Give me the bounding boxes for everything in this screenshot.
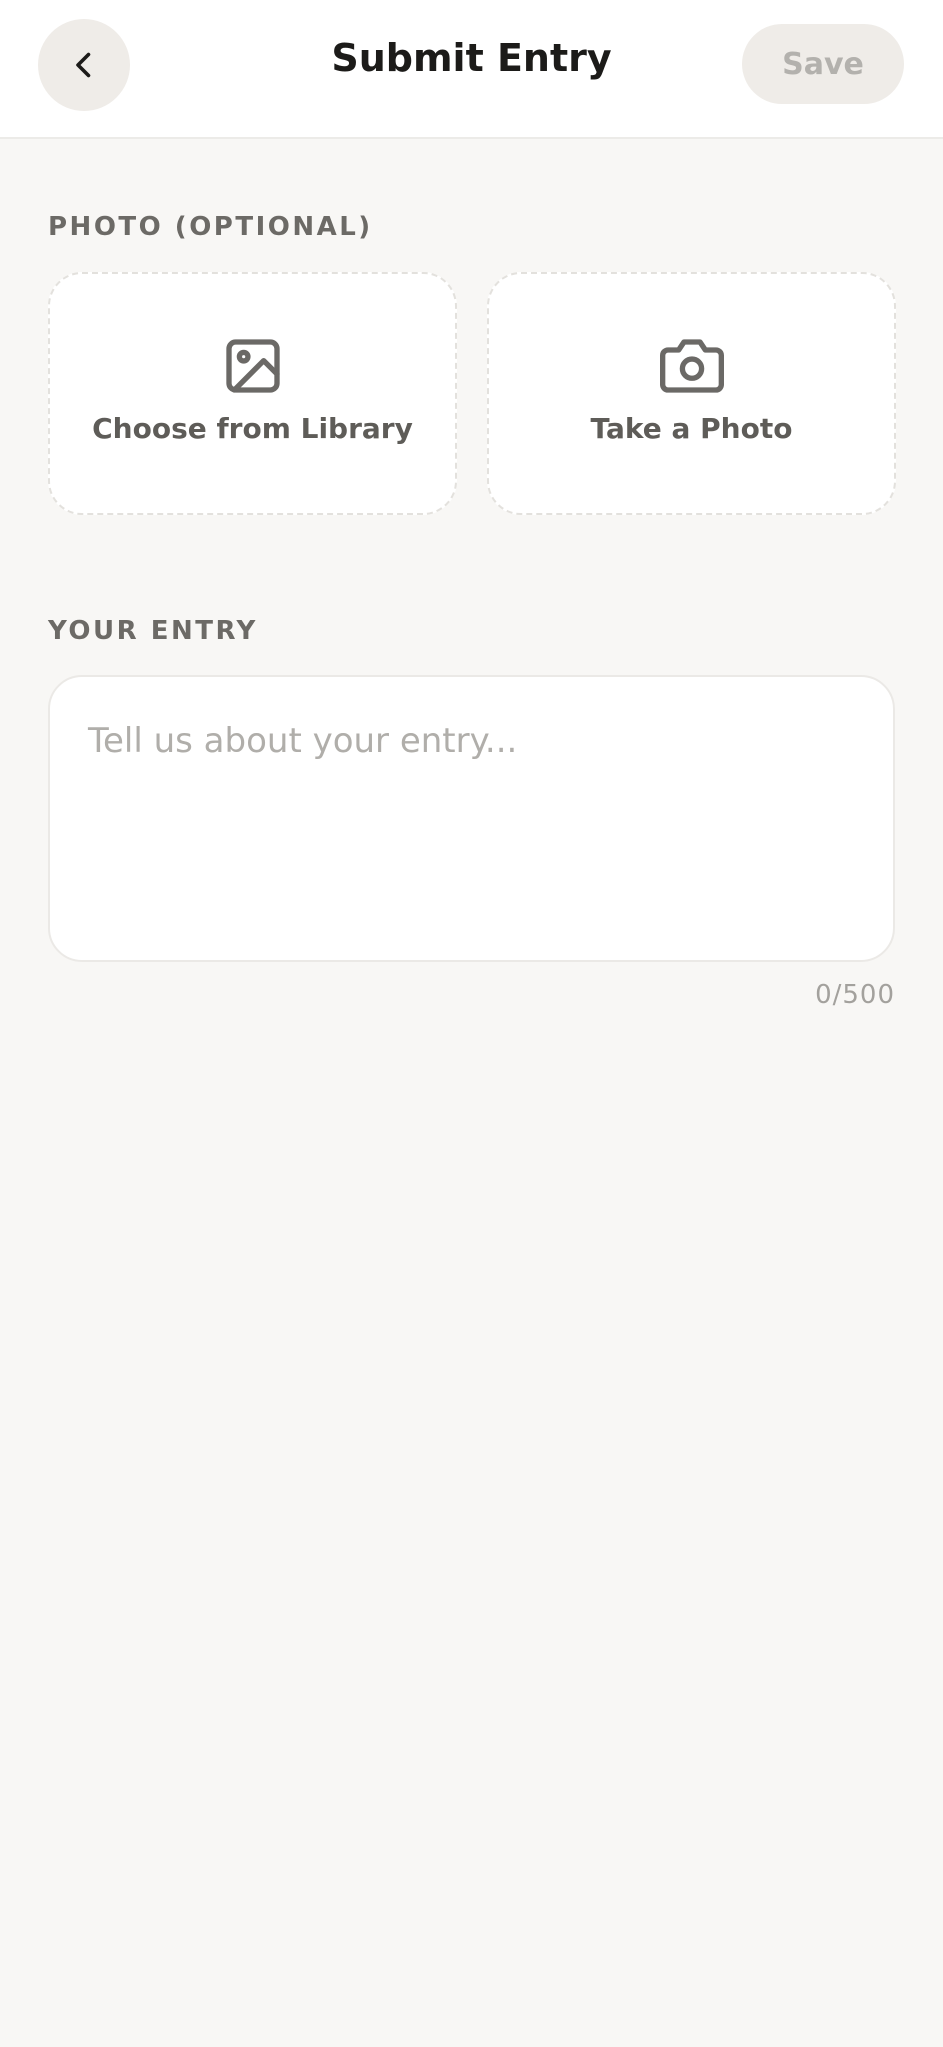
- character-counter: 0/500: [815, 980, 895, 1010]
- back-button[interactable]: [38, 19, 130, 111]
- photo-section-label: PHOTO (OPTIONAL): [48, 212, 373, 242]
- choose-from-library-button[interactable]: Choose from Library: [48, 272, 457, 515]
- chevron-left-icon: [66, 47, 102, 83]
- take-a-photo-button[interactable]: Take a Photo: [487, 272, 896, 515]
- top-bar: Submit Entry Save: [0, 0, 943, 139]
- entry-textarea-container: [48, 675, 895, 962]
- choose-from-library-label: Choose from Library: [92, 412, 413, 445]
- image-icon: [221, 334, 285, 398]
- save-button[interactable]: Save: [742, 24, 904, 104]
- take-a-photo-label: Take a Photo: [590, 412, 793, 445]
- entry-textarea[interactable]: [50, 677, 893, 960]
- entry-section-label: YOUR ENTRY: [48, 616, 258, 646]
- camera-icon: [659, 334, 724, 398]
